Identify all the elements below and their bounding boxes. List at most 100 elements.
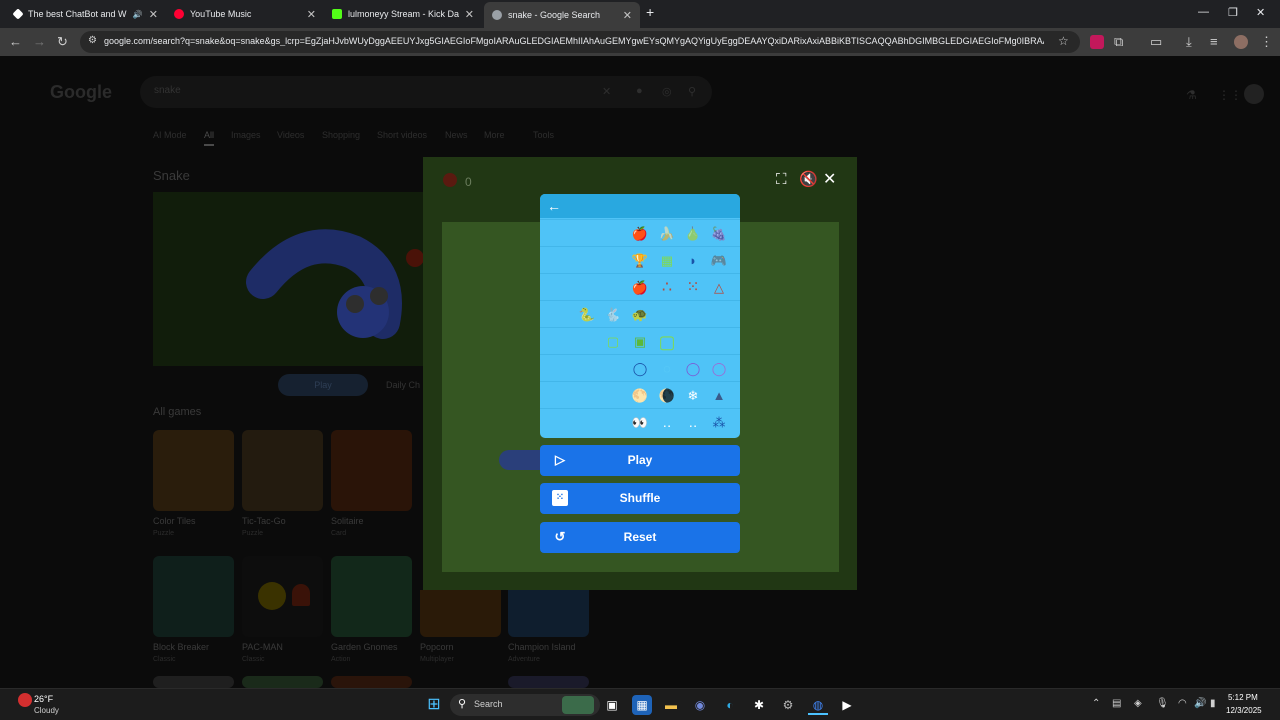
close-tab-icon[interactable]: ✕ (149, 8, 158, 21)
snake-hero-image[interactable] (153, 192, 423, 366)
game-name[interactable]: Tic-Tac-Go (242, 516, 286, 526)
tab-more[interactable]: More (484, 130, 505, 140)
game-card-more[interactable] (508, 676, 589, 688)
many-apples-option-icon[interactable]: △ (710, 279, 728, 297)
search-query[interactable]: snake (154, 85, 181, 96)
game-name[interactable]: Garden Gnomes (331, 642, 398, 652)
snowflake-option-icon[interactable]: ❄ (684, 387, 702, 405)
large-board-option-icon[interactable]: ▢ (658, 333, 676, 351)
extension-icon[interactable] (1090, 35, 1104, 49)
task-view-icon[interactable]: ▣ (602, 695, 622, 715)
download-icon[interactable]: ⤓ (1186, 34, 1192, 50)
tab-images[interactable]: Images (231, 130, 261, 140)
close-tab-icon[interactable]: ✕ (465, 8, 474, 21)
volume-icon[interactable]: 🔊 (1194, 698, 1206, 709)
battery-icon[interactable]: ▮ (1210, 698, 1216, 709)
google-logo[interactable]: Google (50, 82, 112, 103)
tab-all[interactable]: All (204, 130, 215, 146)
blue-ring-option-icon[interactable]: ◯ (631, 360, 649, 378)
site-info-icon[interactable]: ⚙ (88, 35, 97, 46)
show-hidden-icons-icon[interactable]: ⌃ (1092, 698, 1100, 709)
back-arrow-icon[interactable]: ← (9, 34, 22, 50)
trophy-option-icon[interactable]: 🏆 (631, 252, 649, 270)
tab-ai-mode[interactable]: AI Mode (153, 130, 187, 140)
daily-challenge-button[interactable]: Daily Ch (386, 380, 420, 390)
tab-short-videos[interactable]: Short videos (377, 130, 427, 140)
multi-eyes-option-icon[interactable]: ⁂ (710, 414, 728, 432)
weather-alert-icon[interactable] (18, 693, 32, 707)
moon-option-icon[interactable]: 🌘 (658, 387, 676, 405)
address-bar[interactable]: ⚙ google.com/search?q=snake&oq=snake&gs_… (80, 31, 1080, 53)
fast-snake-option-icon[interactable]: 🐍 (578, 306, 596, 324)
game-name[interactable]: Block Breaker (153, 642, 209, 652)
small-board-option-icon[interactable]: ▢ (604, 333, 622, 351)
game-name[interactable]: Popcorn (420, 642, 454, 652)
tab-news[interactable]: News (445, 130, 468, 140)
game-card-more[interactable] (153, 676, 234, 688)
search-box[interactable]: snake ✕ ● ◎ ⚲ (140, 76, 712, 108)
apple-option-icon[interactable]: 🍎 (631, 225, 649, 243)
side-panel-icon[interactable]: ▭ (1150, 34, 1162, 50)
eyes-option-icon[interactable]: 👀 (631, 414, 649, 432)
edge-icon[interactable]: ◐ (720, 695, 740, 715)
teal-ring-option-icon[interactable]: ◌ (658, 360, 676, 378)
back-arrow-icon[interactable]: ← (544, 196, 564, 216)
new-tab-button[interactable]: + (646, 4, 654, 20)
wide-eyes-option-icon[interactable]: ‥ (684, 414, 702, 432)
game-card-pac-man[interactable] (242, 556, 323, 637)
close-tab-icon[interactable]: ✕ (307, 8, 316, 21)
file-explorer-icon[interactable]: ▬ (661, 695, 681, 715)
menu-kebab-icon[interactable]: ⋮ (1260, 34, 1273, 50)
mute-sound-icon[interactable]: 🔇 (799, 171, 818, 189)
five-apples-option-icon[interactable]: ⁙ (684, 279, 702, 297)
game-card-more[interactable] (331, 676, 412, 688)
banana-option-icon[interactable]: 🍌 (658, 225, 676, 243)
tab-chatbot[interactable]: The best ChatBot and Widg 🔊 ✕ (6, 3, 166, 25)
game-name[interactable]: Color Tiles (153, 516, 196, 526)
game-card-garden-gnomes[interactable] (331, 556, 412, 637)
tab-kick-dashboard[interactable]: lulmoneyy Stream - Kick Dashb ✕ (324, 3, 482, 25)
game-card-tic-tac-go[interactable] (242, 430, 323, 511)
reload-icon[interactable]: ↻ (57, 34, 68, 50)
labs-flask-icon[interactable]: ⚗ (1186, 88, 1197, 102)
tab-google-search[interactable]: snake - Google Search ✕ (484, 2, 640, 28)
game-card-color-tiles[interactable] (153, 430, 234, 511)
taskbar-search[interactable]: ⚲ Search (450, 694, 600, 716)
windows-start-icon[interactable]: ⊞ (424, 695, 444, 715)
store-icon[interactable]: ▦ (632, 695, 652, 715)
sun-option-icon[interactable]: 🌕 (631, 387, 649, 405)
speaker-icon[interactable]: 🔊 (133, 10, 143, 19)
tab-videos[interactable]: Videos (277, 130, 304, 140)
weather-temp[interactable]: 26°F (34, 694, 53, 704)
turtle-option-icon[interactable]: 🐢 (631, 306, 649, 324)
rabbit-option-icon[interactable]: 🐇 (604, 306, 622, 324)
play-snake-button[interactable]: Play (278, 374, 368, 396)
shuffle-button[interactable]: ⁙ Shuffle (540, 483, 740, 514)
clock-time[interactable]: 5:12 PM (1228, 693, 1258, 702)
bookmark-star-icon[interactable]: ☆ (1058, 34, 1069, 48)
chrome-icon[interactable]: ◍ (808, 695, 828, 715)
purple-ring-option-icon[interactable]: ◯ (684, 360, 702, 378)
microphone-icon[interactable]: 🎙 (1156, 698, 1169, 709)
portal-option-icon[interactable]: ◗ (684, 252, 702, 270)
weather-desc[interactable]: Cloudy (34, 706, 59, 715)
profile-avatar[interactable] (1234, 35, 1248, 49)
clear-search-icon[interactable]: ✕ (602, 85, 611, 98)
tray-app-icon[interactable]: ◈ (1134, 698, 1142, 709)
tab-youtube-music[interactable]: YouTube Music ✕ (166, 3, 324, 25)
clock-date[interactable]: 12/3/2025 (1226, 706, 1262, 715)
minimize-window-icon[interactable]: — (1198, 6, 1209, 18)
three-apples-option-icon[interactable]: ∴ (658, 279, 676, 297)
violet-ring-option-icon[interactable]: ◯ (710, 360, 728, 378)
walls-option-icon[interactable]: ▦ (658, 252, 676, 270)
voice-search-icon[interactable]: ● (636, 85, 643, 97)
game-card-block-breaker[interactable] (153, 556, 234, 637)
account-avatar[interactable] (1244, 84, 1264, 104)
reset-button[interactable]: ↺ Reset (540, 522, 740, 553)
controller-option-icon[interactable]: 🎮 (710, 252, 728, 270)
search-icon[interactable]: ⚲ (688, 85, 696, 98)
game-card-solitaire[interactable] (331, 430, 412, 511)
close-game-icon[interactable]: ✕ (823, 171, 836, 189)
medium-board-option-icon[interactable]: ▣ (631, 333, 649, 351)
forward-arrow-icon[interactable]: → (33, 34, 46, 50)
